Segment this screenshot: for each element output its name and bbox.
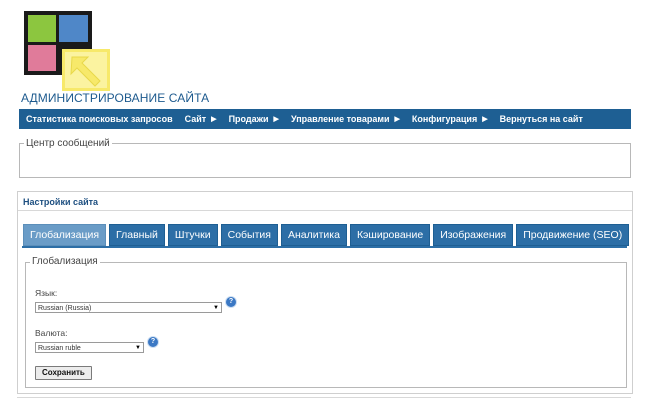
- message-center: Центр сообщений: [19, 138, 631, 178]
- save-button[interactable]: Сохранить: [35, 366, 92, 380]
- currency-label: Валюта:: [35, 328, 68, 338]
- triangle-right-icon: ▶: [482, 116, 488, 123]
- triangle-right-icon: ▶: [211, 116, 217, 123]
- nav-item-search-stats[interactable]: Статистика поисковых запросов: [19, 114, 179, 124]
- nav-item-products[interactable]: Управление товарами ▶: [285, 114, 406, 124]
- globalization-fieldset: Глобализация Язык: Russian (Russia) ▼ ? …: [25, 256, 627, 388]
- nav-item-configuration[interactable]: Конфигурация ▶: [406, 114, 494, 124]
- nav-item-site[interactable]: Сайт ▶: [179, 114, 223, 124]
- tab-main[interactable]: Главный: [109, 224, 165, 246]
- nav-item-label: Сайт: [184, 114, 207, 124]
- language-select[interactable]: Russian (Russia) ▼: [35, 302, 222, 313]
- globalization-legend: Глобализация: [30, 256, 100, 267]
- tab-underline: [22, 246, 627, 248]
- language-help-icon[interactable]: ?: [226, 297, 236, 307]
- site-title: АДМИНИСТРИРОВАНИЕ САЙТА: [21, 91, 210, 105]
- tab-images[interactable]: Изображения: [433, 224, 514, 246]
- tab-analytics[interactable]: Аналитика: [280, 224, 347, 246]
- bottom-divider: [17, 397, 631, 398]
- tab-events[interactable]: События: [220, 224, 278, 246]
- nav-item-label: Статистика поисковых запросов: [26, 114, 173, 124]
- site-logo: [24, 11, 114, 93]
- triangle-right-icon: ▶: [273, 116, 279, 123]
- nav-item-label: Управление товарами: [290, 114, 390, 124]
- nav-item-sales[interactable]: Продажи ▶: [223, 114, 285, 124]
- language-label: Язык:: [35, 288, 58, 298]
- main-navbar: Статистика поисковых запросов Сайт ▶ Про…: [19, 109, 631, 129]
- chevron-down-icon: ▼: [213, 305, 219, 311]
- logo-icon: [24, 11, 110, 91]
- tab-seo[interactable]: Продвижение (SEO): [516, 224, 630, 246]
- site-settings-panel: Настройки сайта Глобализация Главный Шту…: [17, 191, 633, 394]
- currency-help-icon[interactable]: ?: [148, 337, 158, 347]
- language-select-value: Russian (Russia): [38, 305, 92, 312]
- tab-globalization[interactable]: Глобализация: [23, 224, 107, 246]
- settings-header: Настройки сайта: [18, 192, 632, 211]
- nav-item-label: Вернуться на сайт: [499, 114, 583, 124]
- tab-widgets[interactable]: Штучки: [167, 224, 218, 246]
- settings-tabs: Глобализация Главный Штучки События Анал…: [23, 224, 632, 246]
- triangle-right-icon: ▶: [394, 116, 400, 123]
- nav-item-label: Продажи: [228, 114, 269, 124]
- tab-caching[interactable]: Кэширование: [349, 224, 431, 246]
- message-center-legend: Центр сообщений: [24, 138, 112, 149]
- nav-item-back-to-site[interactable]: Вернуться на сайт: [494, 114, 589, 124]
- currency-select[interactable]: Russian ruble ▼: [35, 342, 144, 353]
- nav-item-label: Конфигурация: [411, 114, 478, 124]
- chevron-down-icon: ▼: [135, 345, 141, 351]
- currency-select-value: Russian ruble: [38, 345, 81, 352]
- settings-title: Настройки сайта: [23, 197, 99, 207]
